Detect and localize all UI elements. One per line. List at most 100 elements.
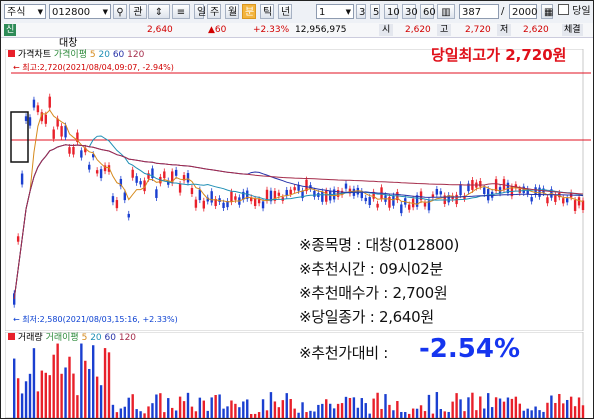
volume-bar (277, 407, 281, 418)
volume-bar (372, 398, 375, 418)
volume-bar (155, 394, 158, 418)
code-input[interactable]: 012800 ▼ (49, 4, 111, 19)
volume-bar (451, 401, 454, 418)
bar-chart-icon[interactable]: ▥ (437, 4, 455, 19)
volume-bar (234, 403, 237, 418)
volume-bar (573, 406, 577, 418)
search-icon[interactable]: ⚲ (113, 4, 127, 19)
volume-bar (546, 402, 549, 418)
volume-bar (396, 401, 399, 418)
volume-bar (558, 393, 561, 418)
period-tick[interactable]: 틱 (260, 4, 274, 19)
volume-bar (384, 394, 387, 418)
interval-value: 1 (319, 7, 326, 18)
count-separator: / (501, 6, 505, 17)
code-value: 012800 (52, 7, 91, 18)
open-label: 시 (379, 24, 394, 36)
price-legend: 가격차트 가격이평 5 20 60 120 (8, 50, 144, 61)
volume-bar (550, 395, 553, 418)
volume-bar (92, 345, 95, 418)
volume-bar (340, 403, 344, 418)
checkbox-icon (558, 4, 569, 15)
volume-bar (68, 356, 71, 418)
volume-bar (566, 399, 569, 418)
volume-bar (467, 397, 470, 418)
volume-bar (554, 402, 557, 418)
volume-bar (293, 408, 296, 418)
volume-bar (569, 396, 573, 418)
interval-5[interactable]: 5 (370, 4, 380, 19)
interval-3[interactable]: 3 (356, 4, 366, 19)
low-value: 2,620 (523, 25, 549, 35)
volume-bar (309, 410, 312, 418)
volume-bar (99, 385, 103, 418)
volume-bar (115, 412, 119, 418)
volume-bar (463, 411, 466, 418)
interval-select[interactable]: 1 ▼ (316, 4, 354, 19)
gwan-button[interactable]: 관 (129, 4, 147, 19)
volume-bar (423, 411, 427, 418)
volume-bar (443, 411, 446, 418)
volume-bar (139, 411, 142, 418)
volume-bar (269, 392, 273, 418)
day-checkbox[interactable]: 당일 (558, 4, 591, 19)
volume-bar (494, 397, 498, 418)
volume-bar (297, 412, 300, 418)
volume-bar (321, 403, 324, 418)
interval-10[interactable]: 10 (384, 4, 400, 19)
market-select[interactable]: 주식 ▼ (4, 4, 46, 19)
change-pct-value: +2.33% (253, 25, 290, 35)
volume-bar (313, 411, 316, 418)
vma120-label: 120 (118, 333, 137, 343)
volume-bar (400, 411, 403, 418)
interval-30[interactable]: 30 (402, 4, 418, 19)
volume-bar (380, 408, 383, 418)
volume-bar (479, 396, 482, 418)
volume-bar (52, 354, 55, 418)
period-week[interactable]: 주 (207, 4, 221, 19)
menu-icon[interactable]: ≡ (172, 4, 190, 19)
price-chart[interactable]: 가격차트 가격이평 5 20 60 120 ← 최고:2,720(2021/08… (5, 49, 591, 331)
volume-bar (577, 397, 581, 418)
volume-bar (131, 394, 134, 418)
volume-bar (431, 413, 435, 418)
volume-bar (364, 403, 367, 418)
period-year[interactable]: 년 (278, 4, 292, 19)
count-input[interactable]: 387 (459, 4, 499, 19)
settings-icon[interactable]: ▦ (541, 4, 553, 19)
up-down-icon[interactable]: ⇕ (148, 4, 170, 19)
volume-ma-label: 거래이평 (45, 333, 79, 343)
volume-bar (411, 408, 415, 418)
volume-bar (147, 406, 150, 418)
volume-bar (439, 409, 442, 418)
volume-bar (261, 399, 265, 418)
volume-bar (498, 398, 502, 418)
volume-bar (317, 404, 320, 418)
volume-bar (214, 394, 217, 418)
volume-bar (336, 403, 340, 418)
period-month[interactable]: 월 (225, 4, 239, 19)
volume-bar (159, 393, 162, 418)
volume-bar (48, 375, 51, 418)
volume-bar (435, 392, 439, 418)
volume-bar (289, 399, 292, 418)
info-line-3: ※추천매수가 : 2,700원 (299, 284, 448, 302)
price-legend-name: 가격차트 (17, 50, 51, 60)
volume-bar (127, 397, 130, 418)
period-day[interactable]: 일 (194, 4, 206, 19)
count-max-input[interactable]: 2000 (509, 4, 537, 19)
volume-bar (427, 394, 431, 418)
volume-bar (198, 397, 202, 418)
volume-bar (404, 412, 407, 418)
volume-bar (20, 393, 24, 418)
volume-bar (178, 396, 182, 418)
volume-bar (238, 407, 241, 418)
volume-bar (64, 367, 67, 418)
low-label: 저 (497, 24, 512, 36)
market-value: 주식 (7, 7, 26, 18)
volume-bar (88, 368, 91, 418)
period-minute[interactable]: 분 (242, 4, 256, 19)
low-note: ← 최저:2,580(2021/08/03,15:16, +2.33%) (13, 315, 178, 324)
interval-60[interactable]: 60 (420, 4, 436, 19)
ma60-label: 60 (112, 50, 125, 60)
